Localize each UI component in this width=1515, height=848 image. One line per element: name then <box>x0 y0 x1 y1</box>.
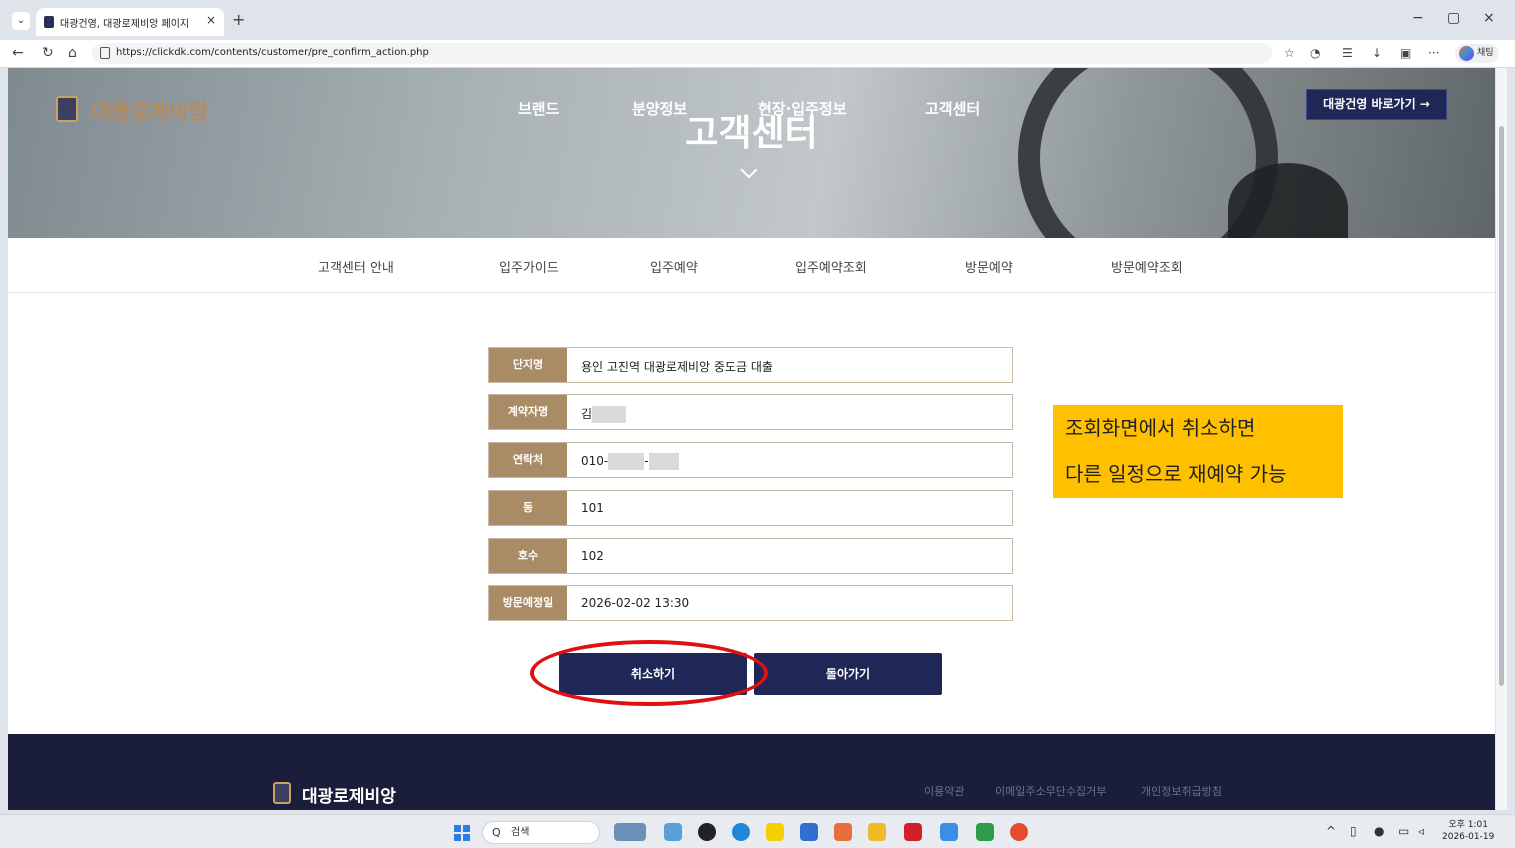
row-value: 102 <box>581 549 604 563</box>
browser-tab[interactable]: 대광건영, 대광로제비앙 페이지 × <box>36 8 224 36</box>
scrollbar-thumb[interactable] <box>1499 126 1504 686</box>
copilot-button[interactable]: 채팅 <box>1455 44 1499 63</box>
refresh-icon[interactable]: ↻ <box>42 45 54 61</box>
pdf-reader-icon[interactable] <box>904 823 922 841</box>
redaction-mask <box>648 453 679 470</box>
app-icon[interactable] <box>834 823 852 841</box>
app-icon[interactable] <box>976 823 994 841</box>
subnav-visit-lookup[interactable]: 방문예약조회 <box>1111 257 1183 276</box>
annotation-line-1: 조회화면에서 취소하면 <box>1053 405 1343 452</box>
site-footer: 대광로제비앙 이용약관 이메일주소무단수집거부 개인정보취급방침 <box>8 734 1495 810</box>
url-text: https://clickdk.com/contents/customer/pr… <box>116 47 429 58</box>
windows-start-icon[interactable] <box>454 825 470 841</box>
extensions-icon[interactable]: ◔ <box>1310 46 1320 60</box>
tray-chevron-up-icon[interactable]: ^ <box>1326 824 1336 838</box>
footer-privacy-link[interactable]: 개인정보취급방침 <box>1141 783 1222 799</box>
downloads-icon[interactable]: ↓ <box>1372 46 1382 60</box>
highlight-circle <box>530 640 768 706</box>
hero-banner: 대광로제비앙 브랜드 분양정보 현장·입주정보 고객센터 고객센터 대광건영 바… <box>8 68 1495 288</box>
row-label: 방문예정일 <box>489 586 567 620</box>
page-scrollbar[interactable] <box>1496 68 1507 810</box>
footer-logo-icon <box>273 782 291 804</box>
minimize-button[interactable]: − <box>1412 10 1424 26</box>
favorites-list-icon[interactable]: ☰ <box>1342 46 1353 60</box>
tray-status-icon[interactable]: ● <box>1374 824 1384 838</box>
row-visit-date: 방문예정일 2026-02-02 13:30 <box>488 585 1013 621</box>
row-value: 010- - <box>581 453 679 470</box>
clock-time: 오후 1:01 <box>1448 820 1488 830</box>
kakaotalk-icon[interactable] <box>766 823 784 841</box>
lock-icon <box>100 47 110 59</box>
row-label: 단지명 <box>489 348 567 382</box>
row-complex: 단지명 용인 고진역 대광로제비앙 중도금 대출 <box>488 347 1013 383</box>
tab-close-icon[interactable]: × <box>206 13 216 27</box>
customer-subnav: 고객센터 안내 입주가이드 입주예약 입주예약조회 방문예약 방문예약조회 <box>8 238 1495 293</box>
widgets-icon[interactable] <box>614 823 646 841</box>
address-toolbar: ← ↻ ⌂ https://clickdk.com/contents/custo… <box>0 40 1515 68</box>
home-icon[interactable]: ⌂ <box>68 45 77 61</box>
footer-logo-text: 대광로제비앙 <box>302 787 396 807</box>
page-title: 고객센터 <box>685 113 818 154</box>
redaction-mask <box>608 453 645 470</box>
footer-email-policy-link[interactable]: 이메일주소무단수집거부 <box>995 783 1106 799</box>
url-field[interactable]: https://clickdk.com/contents/customer/pr… <box>92 43 1272 64</box>
new-tab-button[interactable]: + <box>232 10 245 29</box>
row-label: 호수 <box>489 539 567 573</box>
browser-tab-bar: ⌄ 대광건영, 대광로제비앙 페이지 × + − ▢ × <box>0 0 1515 40</box>
back-arrow-icon[interactable]: ← <box>12 45 24 61</box>
taskbar-clock[interactable]: 오후 1:01 2026-01-19 <box>1442 819 1494 843</box>
app-icon[interactable] <box>800 823 818 841</box>
chevron-down-icon[interactable] <box>740 161 758 179</box>
favorite-star-icon[interactable]: ☆ <box>1284 46 1295 60</box>
subnav-guide[interactable]: 고객센터 안내 <box>318 257 394 276</box>
subnav-move-in-reservation[interactable]: 입주예약 <box>650 257 698 276</box>
tab-list-dropdown-icon[interactable]: ⌄ <box>12 12 30 30</box>
tray-usb-icon[interactable]: ▯ <box>1350 824 1357 838</box>
annotation-line-2: 다른 일정으로 재예약 가능 <box>1053 451 1343 498</box>
contractor-name: 김 <box>581 407 593 421</box>
file-explorer-icon[interactable] <box>868 823 886 841</box>
app-icon[interactable] <box>940 823 958 841</box>
taskbar-search[interactable]: 검색 <box>482 821 600 844</box>
site-favicon-icon <box>44 16 54 28</box>
redaction-mask <box>592 406 627 423</box>
subnav-move-in-lookup[interactable]: 입주예약조회 <box>795 257 867 276</box>
row-phone: 연락처 010- - <box>488 442 1013 478</box>
back-button[interactable]: 돌아가기 <box>754 653 942 695</box>
extension-app-icon[interactable]: ▣ <box>1400 46 1411 60</box>
more-menu-icon[interactable]: ··· <box>1428 46 1439 60</box>
edge-browser-icon[interactable] <box>732 823 750 841</box>
daekwang-shortcut-button[interactable]: 대광건영 바로가기 → <box>1306 89 1447 120</box>
row-building: 동 101 <box>488 490 1013 526</box>
web-page: 대광로제비앙 브랜드 분양정보 현장·입주정보 고객센터 고객센터 대광건영 바… <box>8 68 1495 810</box>
clock-date: 2026-01-19 <box>1442 832 1495 842</box>
volume-icon[interactable]: ◃ <box>1418 824 1424 838</box>
row-value: 용인 고진역 대광로제비앙 중도금 대출 <box>581 360 773 374</box>
close-window-button[interactable]: × <box>1483 10 1495 26</box>
restore-button[interactable]: ▢ <box>1447 10 1460 26</box>
subnav-visit-reservation[interactable]: 방문예약 <box>965 257 1013 276</box>
row-value: 101 <box>581 501 604 515</box>
row-label: 동 <box>489 491 567 525</box>
row-value: 2026-02-02 13:30 <box>581 596 690 610</box>
footer-terms-link[interactable]: 이용약관 <box>924 783 964 799</box>
row-contractor: 계약자명 김 <box>488 394 1013 430</box>
row-label: 계약자명 <box>489 395 567 429</box>
row-unit: 호수 102 <box>488 538 1013 574</box>
subnav-move-in-guide[interactable]: 입주가이드 <box>499 257 559 276</box>
tab-title: 대광건영, 대광로제비앙 페이지 <box>60 19 190 30</box>
windows-taskbar: 검색 ^ ▯ ● ▭ ◃ 오후 1:01 2026-01-19 <box>0 814 1515 848</box>
media-player-icon[interactable] <box>698 823 716 841</box>
row-label: 연락처 <box>489 443 567 477</box>
app-icon[interactable] <box>1010 823 1028 841</box>
row-value: 김 <box>581 405 627 423</box>
phone-prefix: 010- <box>581 454 609 468</box>
app-icon[interactable] <box>664 823 682 841</box>
tray-display-icon[interactable]: ▭ <box>1398 824 1409 838</box>
